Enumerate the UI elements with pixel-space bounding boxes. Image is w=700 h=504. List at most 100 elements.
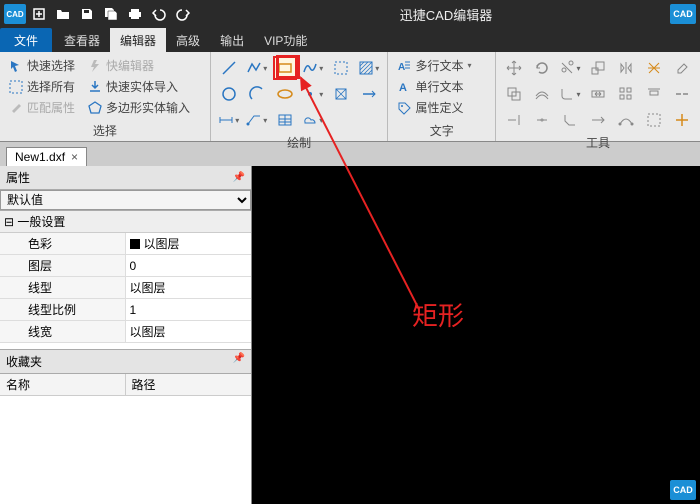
match-props-button: 匹配属性 [6, 98, 77, 117]
chamfer-tool[interactable] [558, 108, 582, 132]
new-icon[interactable] [28, 4, 50, 24]
close-icon[interactable]: × [71, 150, 78, 164]
quick-entity-import-button[interactable]: 快速实体导入 [85, 77, 192, 96]
mtext-icon: A [396, 58, 412, 74]
col-name[interactable]: 名称 [0, 374, 126, 395]
ribbon-group-tools: ▾ ▾ [496, 52, 700, 141]
print-icon[interactable] [124, 4, 146, 24]
rotate-tool[interactable] [530, 56, 554, 80]
line-tool[interactable] [217, 56, 241, 80]
ray-tool[interactable] [357, 82, 381, 106]
prop-row-ltype[interactable]: 线型以图层 [0, 277, 251, 299]
fillet-tool[interactable]: ▾ [558, 82, 582, 106]
ellipse-tool[interactable] [273, 82, 297, 106]
prop-row-lscale[interactable]: 线型比例1 [0, 299, 251, 321]
mirror-tool[interactable] [614, 56, 638, 80]
favorites-header: 收藏夹 📌 [0, 349, 251, 374]
open-icon[interactable] [52, 4, 74, 24]
pin-icon[interactable]: 📌 [233, 353, 245, 370]
arc-tool[interactable] [245, 82, 269, 106]
ribbon-group-draw: ▾ ▾ ▾ ▾ ▾ ▾ ▾ 绘制 [211, 52, 389, 141]
save-icon[interactable] [76, 4, 98, 24]
quick-select-button[interactable]: 快速选择 [6, 56, 77, 75]
explode-tool[interactable] [642, 56, 666, 80]
tag-icon [396, 100, 412, 116]
title-bar: CAD 迅捷CAD编辑器 CAD [0, 0, 700, 28]
prop-row-color[interactable]: 色彩以图层 [0, 233, 251, 255]
menu-output[interactable]: 输出 [210, 28, 254, 52]
point-tool[interactable]: ▾ [301, 82, 325, 106]
menu-file[interactable]: 文件 [0, 28, 52, 52]
app-title: 迅捷CAD编辑器 [196, 5, 696, 24]
prop-row-lweight[interactable]: 线宽以图层 [0, 321, 251, 343]
boundary-tool[interactable] [329, 56, 353, 80]
join-tool[interactable] [530, 108, 554, 132]
stretch-tool[interactable] [586, 82, 610, 106]
pin-icon[interactable]: 📌 [233, 172, 245, 183]
import-icon [87, 79, 103, 95]
redo-icon[interactable] [172, 4, 194, 24]
favorites-columns: 名称 路径 [0, 374, 251, 396]
stext-icon: A [396, 79, 412, 95]
attdef-button[interactable]: 属性定义 [394, 98, 489, 117]
block-tool[interactable] [329, 82, 353, 106]
favorites-list [0, 396, 251, 504]
ribbon-group-label: 绘制 [217, 132, 382, 153]
array-tool[interactable] [614, 82, 638, 106]
copy-tool[interactable] [502, 82, 526, 106]
ribbon-group-label: 文字 [394, 120, 489, 141]
col-path[interactable]: 路径 [126, 374, 252, 395]
erase-tool[interactable] [670, 56, 694, 80]
polyline-tool[interactable]: ▾ [245, 56, 269, 80]
polygon-input-button[interactable]: 多边形实体输入 [85, 98, 192, 117]
table-tool[interactable] [273, 108, 297, 132]
color-swatch [130, 239, 140, 249]
align-tool[interactable] [642, 82, 666, 106]
file-tab-label: New1.dxf [15, 150, 65, 164]
rectangle-tool[interactable] [273, 56, 297, 80]
properties-panel: 属性 📌 默认值 ⊟ 一般设置 色彩以图层 图层0 线型以图层 线型比例1 线宽… [0, 166, 252, 504]
lengthen-tool[interactable] [586, 108, 610, 132]
menu-vip[interactable]: VIP功能 [254, 28, 317, 52]
cursor-icon [8, 58, 24, 74]
scale-tool[interactable] [586, 56, 610, 80]
dimension-tool[interactable]: ▾ [217, 108, 241, 132]
ribbon-group-label: 工具 [502, 132, 694, 153]
object-type-combo[interactable]: 默认值 [0, 190, 251, 210]
ribbon-group-label: 选择 [6, 120, 204, 141]
more-tools[interactable] [670, 108, 694, 132]
app-icon: CAD [4, 4, 26, 24]
extend-tool[interactable] [502, 108, 526, 132]
menu-viewer[interactable]: 查看器 [54, 28, 110, 52]
prop-section[interactable]: ⊟ 一般设置 [0, 211, 251, 233]
group-tool[interactable] [642, 108, 666, 132]
properties-grid: ⊟ 一般设置 色彩以图层 图层0 线型以图层 线型比例1 线宽以图层 [0, 210, 251, 343]
edit-spline-tool[interactable] [614, 108, 638, 132]
ribbon-group-text: A多行文本▾ A单行文本 属性定义 文字 [388, 52, 496, 141]
select-all-button[interactable]: 选择所有 [6, 77, 77, 96]
lightning-icon [87, 58, 103, 74]
undo-icon[interactable] [148, 4, 170, 24]
file-tab[interactable]: New1.dxf × [6, 147, 87, 167]
move-tool[interactable] [502, 56, 526, 80]
offset-tool[interactable] [530, 82, 554, 106]
leader-tool[interactable]: ▾ [245, 108, 269, 132]
mtext-button[interactable]: A多行文本▾ [394, 56, 489, 75]
prop-row-layer[interactable]: 图层0 [0, 255, 251, 277]
menu-bar: 文件 查看器 编辑器 高级 输出 VIP功能 [0, 28, 700, 52]
break-tool[interactable] [670, 82, 694, 106]
svg-text:A: A [398, 62, 405, 73]
select-all-icon [8, 79, 24, 95]
saveall-icon[interactable] [100, 4, 122, 24]
menu-advanced[interactable]: 高级 [166, 28, 210, 52]
hatch-tool[interactable]: ▾ [357, 56, 381, 80]
drawing-canvas[interactable]: CAD [252, 166, 700, 504]
cad-badge-icon: CAD [670, 4, 696, 24]
stext-button[interactable]: A单行文本 [394, 77, 489, 96]
trim-tool[interactable]: ▾ [558, 56, 582, 80]
menu-editor[interactable]: 编辑器 [110, 28, 166, 52]
cloud-tool[interactable]: ▾ [301, 108, 325, 132]
spline-tool[interactable]: ▾ [301, 56, 325, 80]
circle-tool[interactable] [217, 82, 241, 106]
quick-editor-button: 快编辑器 [85, 56, 192, 75]
